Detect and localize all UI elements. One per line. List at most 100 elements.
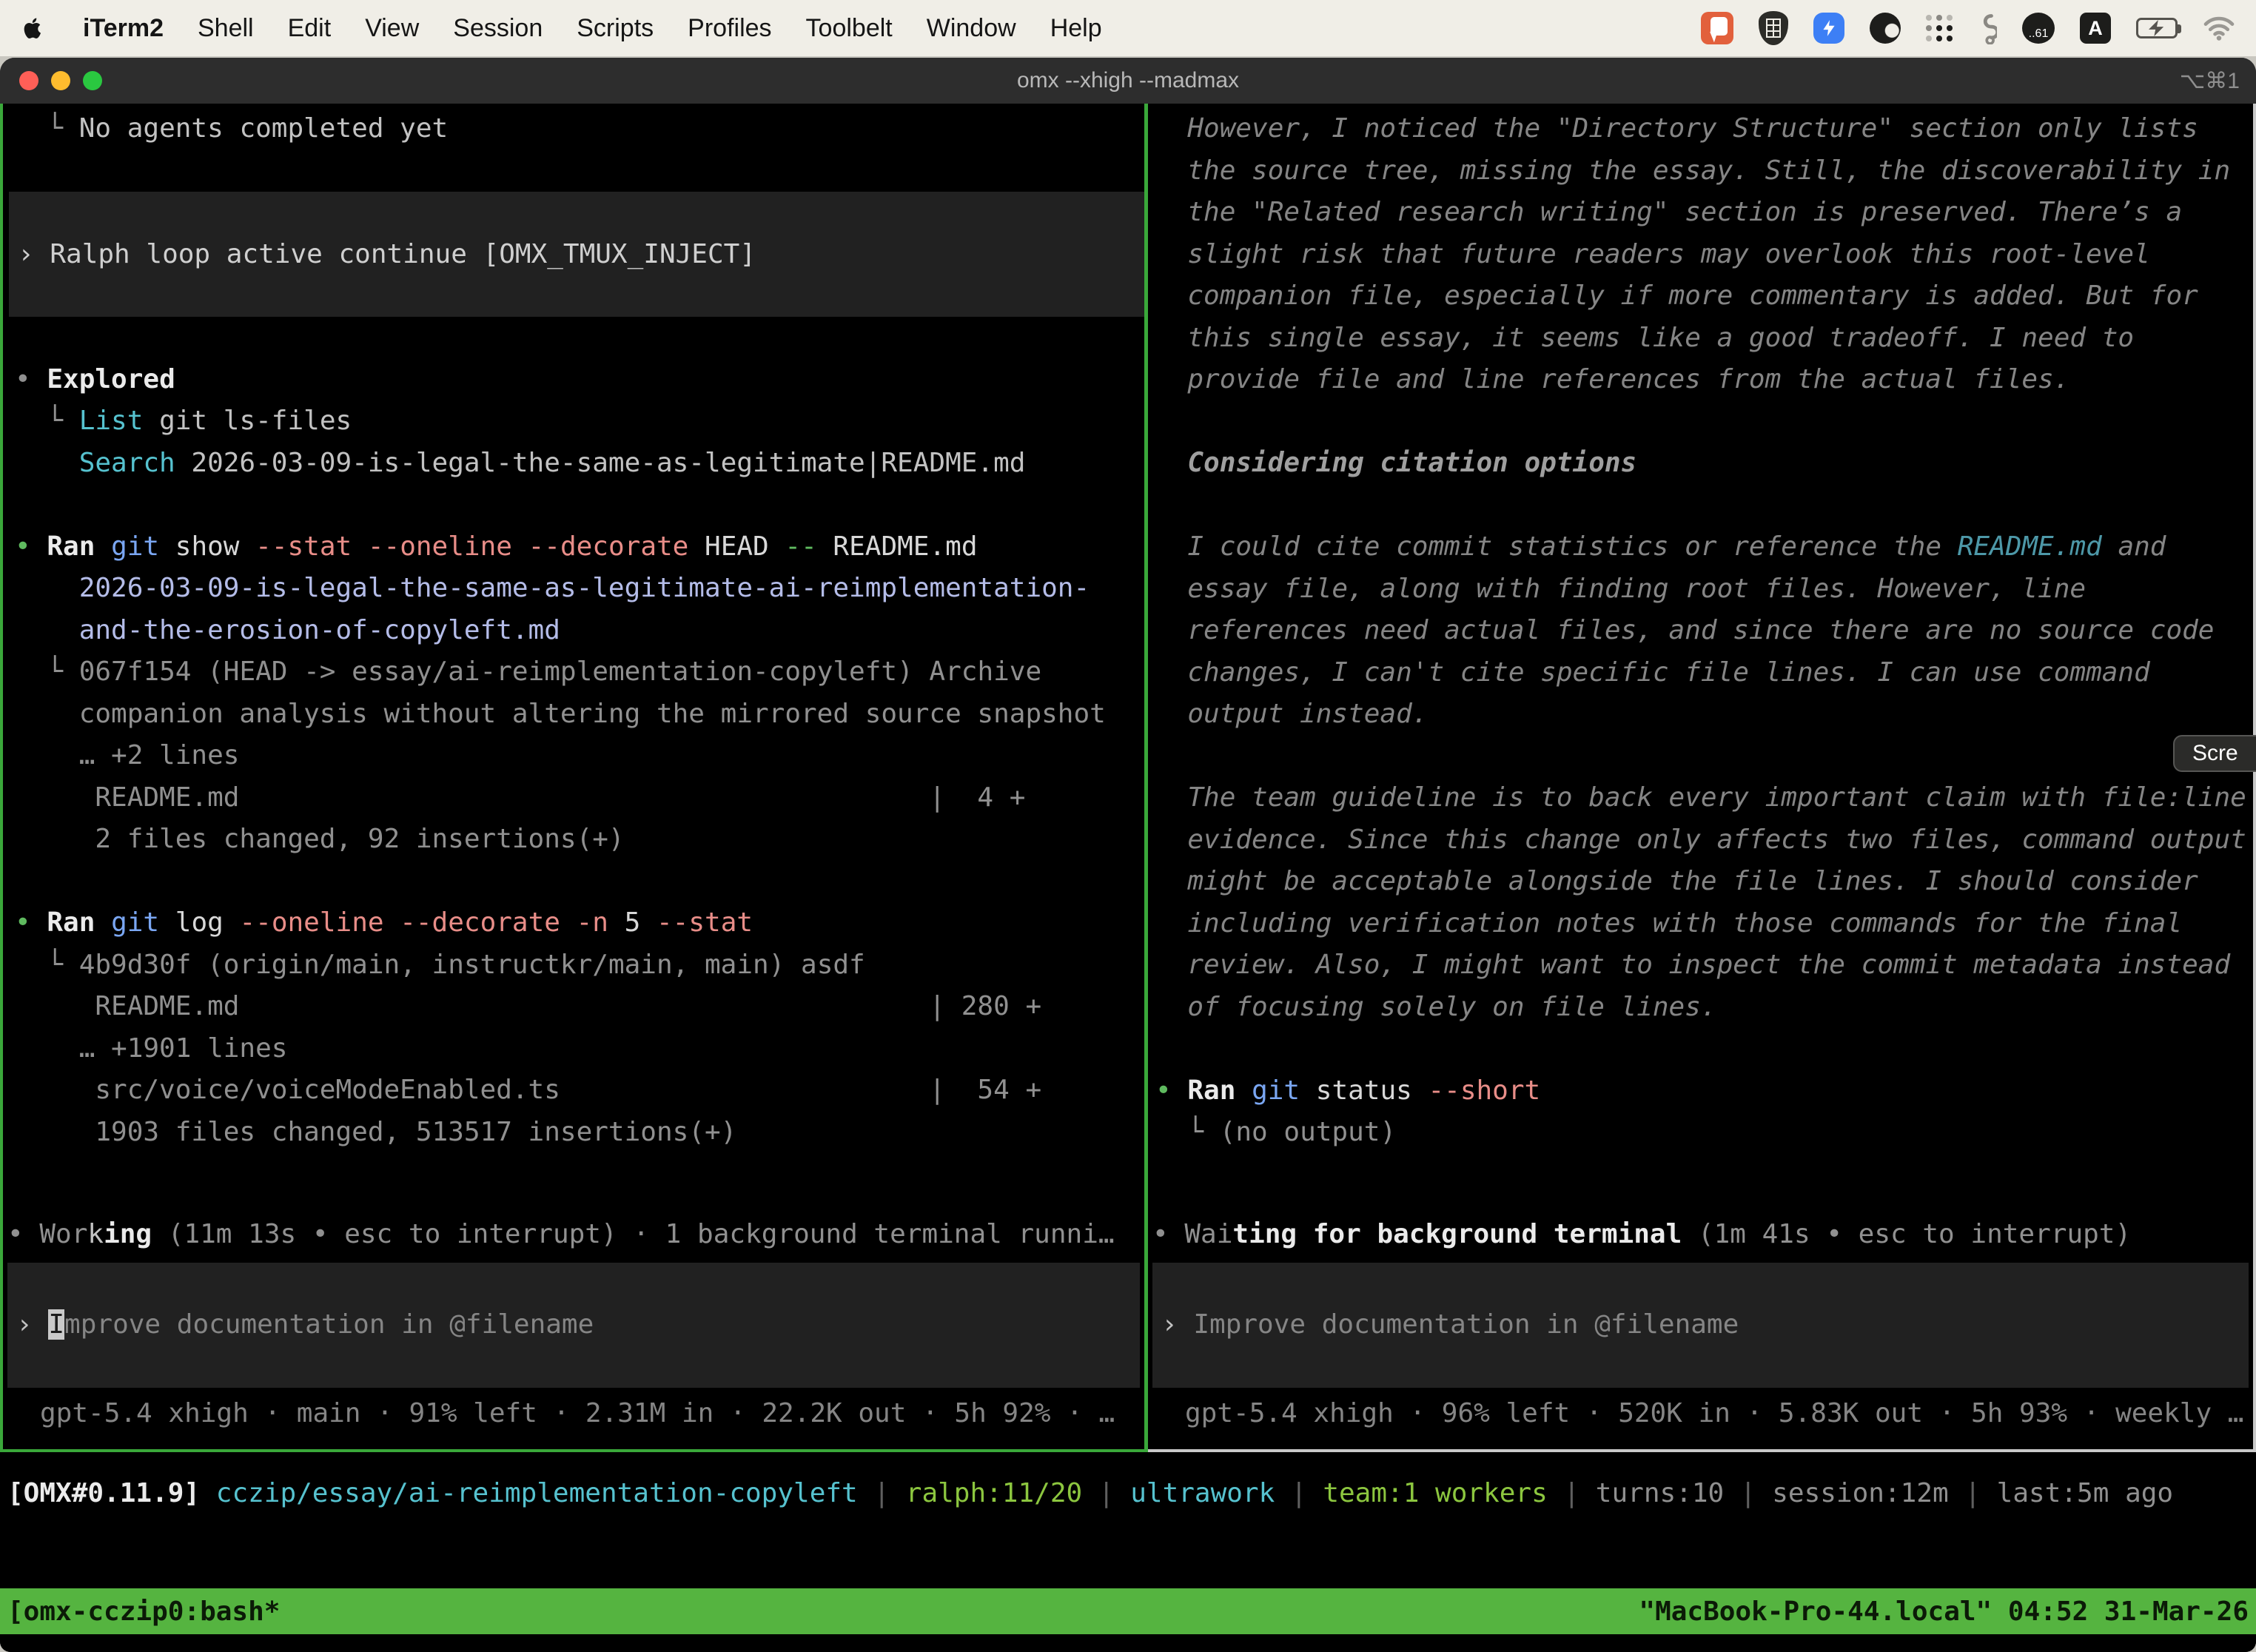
terminal-line: However, I noticed the "Directory Struct… (1155, 108, 2253, 150)
text-segment: 2026-03-09-is-legal-the-same-as-legitima… (79, 573, 1090, 603)
apple-menu-icon[interactable] (21, 12, 50, 44)
terminal-line (1155, 401, 2253, 443)
terminal-line (15, 861, 1144, 903)
text-segment: git (1235, 1075, 1300, 1106)
terminal-line: 2026-03-09-is-legal-the-same-as-legitima… (15, 568, 1144, 610)
menu-view[interactable]: View (365, 14, 419, 43)
text-segment: git (95, 531, 159, 562)
text-segment: Explored (47, 364, 175, 394)
menu-window[interactable]: Window (927, 14, 1016, 43)
text-segment: -- (769, 531, 817, 562)
window-shortcut-hint: ⌥⌘1 (2180, 68, 2240, 94)
text-segment: I could cite commit statistics or refere… (1187, 531, 1957, 562)
chat-bubble-icon[interactable] (1701, 12, 1733, 44)
terminal-line: references need actual files, and since … (1155, 610, 2253, 652)
terminal-line: └ 067f154 (HEAD -> essay/ai-reimplementa… (15, 651, 1144, 694)
text-segment: 5 (608, 907, 640, 938)
bolt-badge-icon[interactable] (1813, 13, 1844, 44)
text-segment: └ (47, 950, 78, 980)
menu-shell[interactable]: Shell (198, 14, 254, 43)
terminal-line (15, 317, 1144, 359)
text-segment: (11m 13s • esc to interrupt) · 1 backgro… (152, 1219, 1114, 1249)
menu-iterm2[interactable]: iTerm2 (83, 14, 164, 43)
terminal-line: and-the-erosion-of-copyleft.md (15, 610, 1144, 652)
dots-grid-icon[interactable] (1926, 15, 1953, 41)
terminal-line: the "Related research writing" section i… (1155, 192, 2253, 234)
gauge-61-icon[interactable]: ..61 (2022, 13, 2055, 44)
zoom-button[interactable] (83, 71, 102, 90)
text-segment: However, I noticed the "Directory Struct… (1187, 113, 2198, 144)
minimize-button[interactable] (51, 71, 70, 90)
terminal-line: review. Also, I might want to inspect th… (1155, 944, 2253, 987)
battery-icon[interactable] (2136, 18, 2178, 38)
text-segment: session:12m (1772, 1478, 1948, 1508)
text-segment: • (15, 531, 47, 562)
text-segment: output instead. (1187, 699, 1428, 729)
text-segment: | (1724, 1478, 1772, 1508)
right-session-status: gpt-5.4 xhigh · 96% left · 520K in · 5.8… (1152, 1392, 2249, 1434)
text-segment: Wai (1184, 1219, 1232, 1249)
text-segment: 2026-03-09-is-legal-the-same-as-legitima… (175, 448, 1026, 478)
wifi-icon[interactable] (2203, 15, 2235, 41)
text-segment: references need actual files, and since … (1187, 615, 2214, 645)
left-prompt-input[interactable]: › Improve documentation in @filename (7, 1263, 1140, 1388)
text-segment: essay file, along with finding root file… (1187, 574, 2086, 604)
text-segment: HEAD (688, 531, 768, 562)
text-segment: and-the-erosion-of-copyleft.md (79, 615, 560, 645)
menu-profiles[interactable]: Profiles (688, 14, 771, 43)
terminal-line: └ (no output) (1155, 1112, 2253, 1154)
letter-a-icon[interactable]: A (2080, 13, 2111, 44)
right-prompt-input[interactable]: › Improve documentation in @filename (1152, 1263, 2249, 1388)
right-agent-pane[interactable]: However, I noticed the "Directory Struct… (1148, 104, 2256, 1452)
shield-icon[interactable] (1759, 11, 1788, 45)
terminal-line: Considering citation options (1155, 443, 2253, 485)
menu-toolbelt[interactable]: Toolbelt (806, 14, 893, 43)
text-segment: mprove documentation in @filename (64, 1309, 594, 1340)
terminal-line: └ 4b9d30f (origin/main, instructkr/main,… (15, 944, 1144, 987)
terminal-line: companion file, especially if more comme… (1155, 275, 2253, 318)
menu-help[interactable]: Help (1050, 14, 1102, 43)
text-segment: • (15, 364, 47, 394)
text-segment: git ls-files (143, 406, 352, 436)
window-title-bar[interactable]: omx --xhigh --madmax ⌥⌘1 (0, 58, 2256, 104)
text-segment: cczip/essay/ai-reimplementation-copyleft (200, 1478, 858, 1508)
menu-edit[interactable]: Edit (288, 14, 332, 43)
text-segment: evidence. Since this change only affects… (1187, 825, 2246, 855)
menu-scripts[interactable]: Scripts (577, 14, 654, 43)
text-segment: • (1152, 1219, 1184, 1249)
text-segment: Improve documentation in @filename (1193, 1309, 1739, 1340)
text-segment: --stat (640, 907, 753, 938)
terminal-line: output instead. (1155, 694, 2253, 736)
text-segment: List (79, 406, 144, 436)
terminal-line: src/voice/voiceModeEnabled.ts | 54 + (15, 1070, 1144, 1112)
left-agent-pane[interactable]: └ No agents completed yet › Ralph loop a… (0, 104, 1144, 1452)
menu-session[interactable]: Session (453, 14, 543, 43)
text-segment: and (2102, 531, 2166, 562)
terminal-line: • Explored (15, 359, 1144, 401)
text-segment: --short (1412, 1075, 1540, 1106)
tmux-host-clock: "MacBook-Pro-44.local" 04:52 31-Mar-26 (1639, 1596, 2249, 1627)
text-segment: | (1082, 1478, 1130, 1508)
terminal-line (15, 150, 1144, 192)
text-segment: • (1155, 1075, 1187, 1106)
text-segment: 1903 files changed, 513517 insertions(+) (95, 1117, 736, 1147)
text-segment: I (48, 1309, 64, 1340)
terminal-line: 1903 files changed, 513517 insertions(+) (15, 1112, 1144, 1154)
terminal-line: └ No agents completed yet (15, 108, 1144, 150)
screen-tooltip: Scre (2173, 735, 2256, 772)
text-segment: … +1901 lines (79, 1033, 288, 1064)
text-segment: --oneline --decorate -n (224, 907, 608, 938)
text-segment: slight risk that future readers may over… (1187, 239, 2149, 269)
squiggle-icon[interactable] (1978, 12, 1997, 44)
pie-chart-icon[interactable] (1870, 13, 1901, 44)
terminal-line: changes, I can't cite specific file line… (1155, 652, 2253, 694)
text-segment: The team guideline is to back every impo… (1187, 782, 2246, 813)
text-segment: (no output) (1220, 1117, 1396, 1147)
text-segment: provide file and line references from th… (1187, 364, 2069, 394)
terminal-line: … +1901 lines (15, 1028, 1144, 1070)
close-button[interactable] (19, 71, 38, 90)
iterm2-window: omx --xhigh --madmax ⌥⌘1 └ No agents com… (0, 58, 2256, 1652)
text-segment: README.md | 4 + (95, 782, 1025, 813)
tmux-session-label[interactable]: [omx-cczip0:bash* (7, 1596, 280, 1627)
terminal-line: I could cite commit statistics or refere… (1155, 526, 2253, 568)
